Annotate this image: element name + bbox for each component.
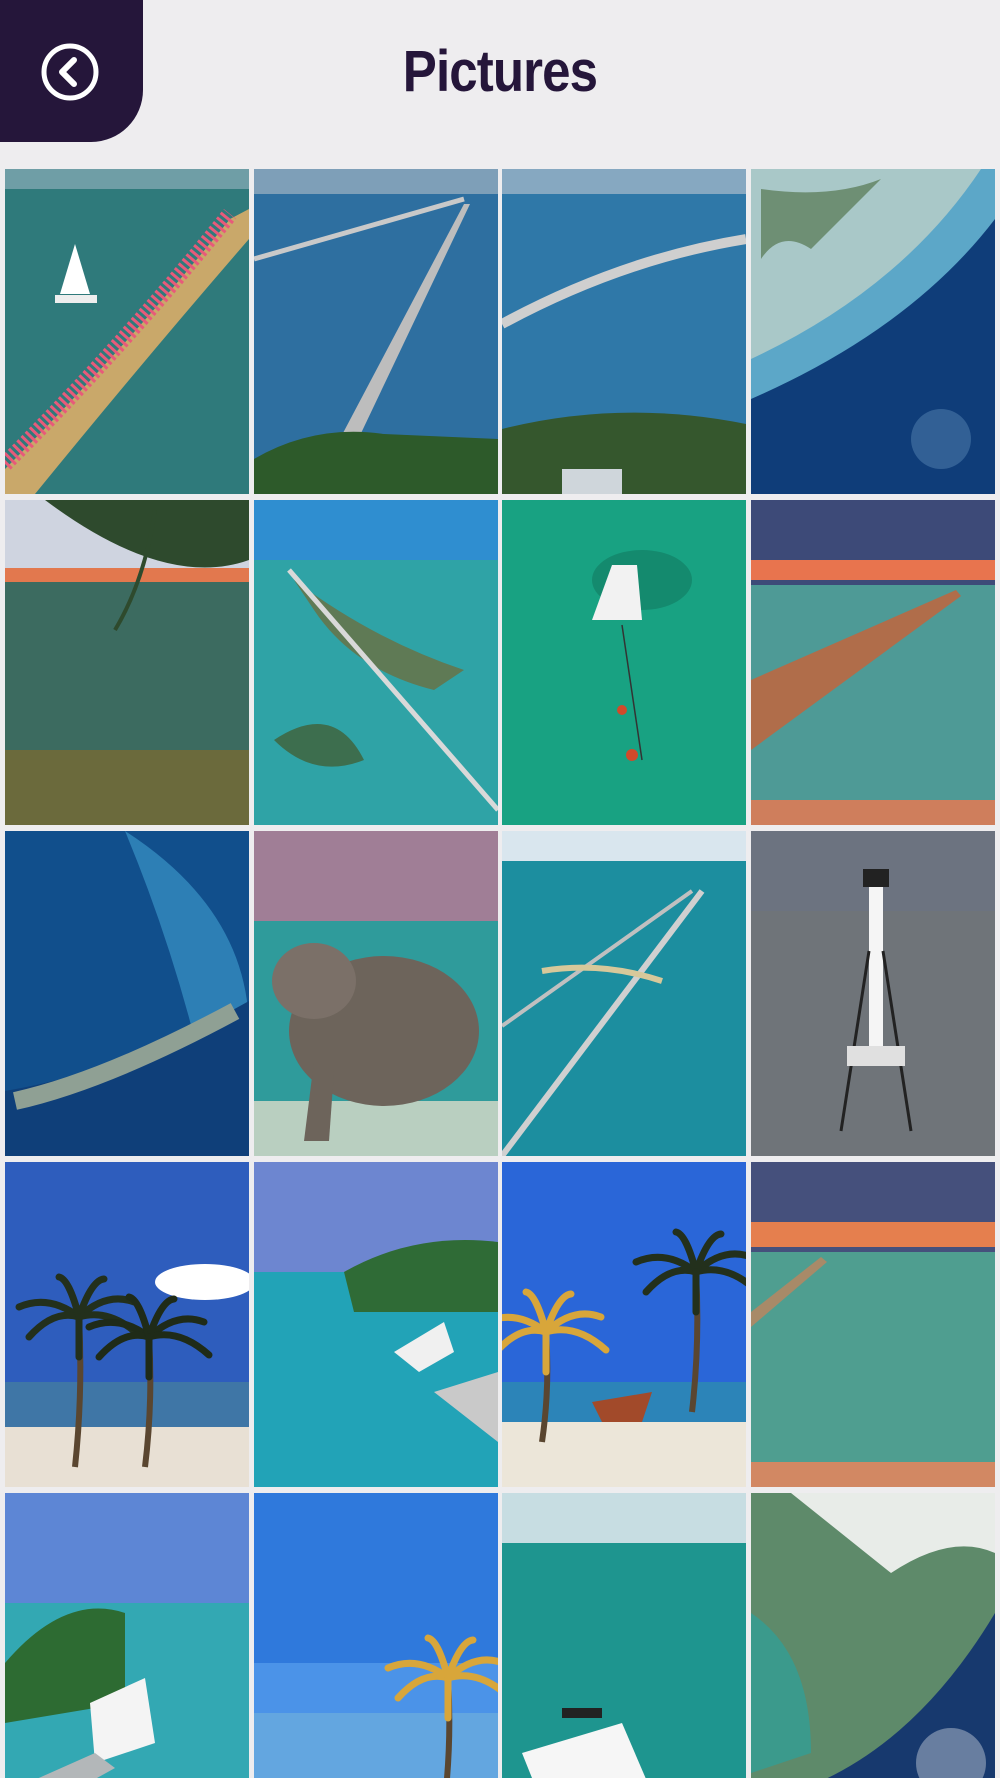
photo-grid [5,169,995,1778]
header: Pictures [0,0,1000,160]
photo-image [502,831,747,1156]
photo-image [502,169,747,494]
photo-thumbnail[interactable] [750,831,995,1156]
photo-image [750,500,995,825]
photo-thumbnail[interactable] [750,169,995,494]
photo-thumbnail[interactable] [5,500,249,825]
photo-image [5,831,249,1156]
photo-image [253,1493,498,1778]
photo-thumbnail[interactable] [5,1493,249,1778]
photo-thumbnail[interactable] [253,1162,498,1487]
photo-image [253,1162,498,1487]
photo-thumbnail[interactable] [750,500,995,825]
photo-thumbnail[interactable] [5,1162,249,1487]
photo-image [502,1162,747,1487]
photo-image [253,831,498,1156]
photo-image [502,500,747,825]
photo-thumbnail[interactable] [502,1162,747,1487]
photo-image [253,169,498,494]
photo-thumbnail[interactable] [253,831,498,1156]
photo-image [5,500,249,825]
photo-thumbnail[interactable] [5,169,249,494]
photo-thumbnail[interactable] [750,1162,995,1487]
photo-image [502,1493,747,1778]
photo-thumbnail[interactable] [750,1493,995,1778]
photo-thumbnail[interactable] [502,1493,747,1778]
photo-image [5,1493,249,1778]
photo-image [750,1162,995,1487]
photo-thumbnail[interactable] [502,169,747,494]
photo-image [253,500,498,825]
photo-thumbnail[interactable] [253,500,498,825]
photo-thumbnail[interactable] [502,831,747,1156]
photo-image [5,1162,249,1487]
photo-thumbnail[interactable] [5,831,249,1156]
photo-thumbnail[interactable] [502,500,747,825]
photo-image [750,1493,995,1778]
photo-thumbnail[interactable] [253,1493,498,1778]
photo-image [5,169,249,494]
photo-thumbnail[interactable] [253,169,498,494]
page-title: Pictures [402,39,598,104]
photo-image [750,169,995,494]
photo-image [750,831,995,1156]
